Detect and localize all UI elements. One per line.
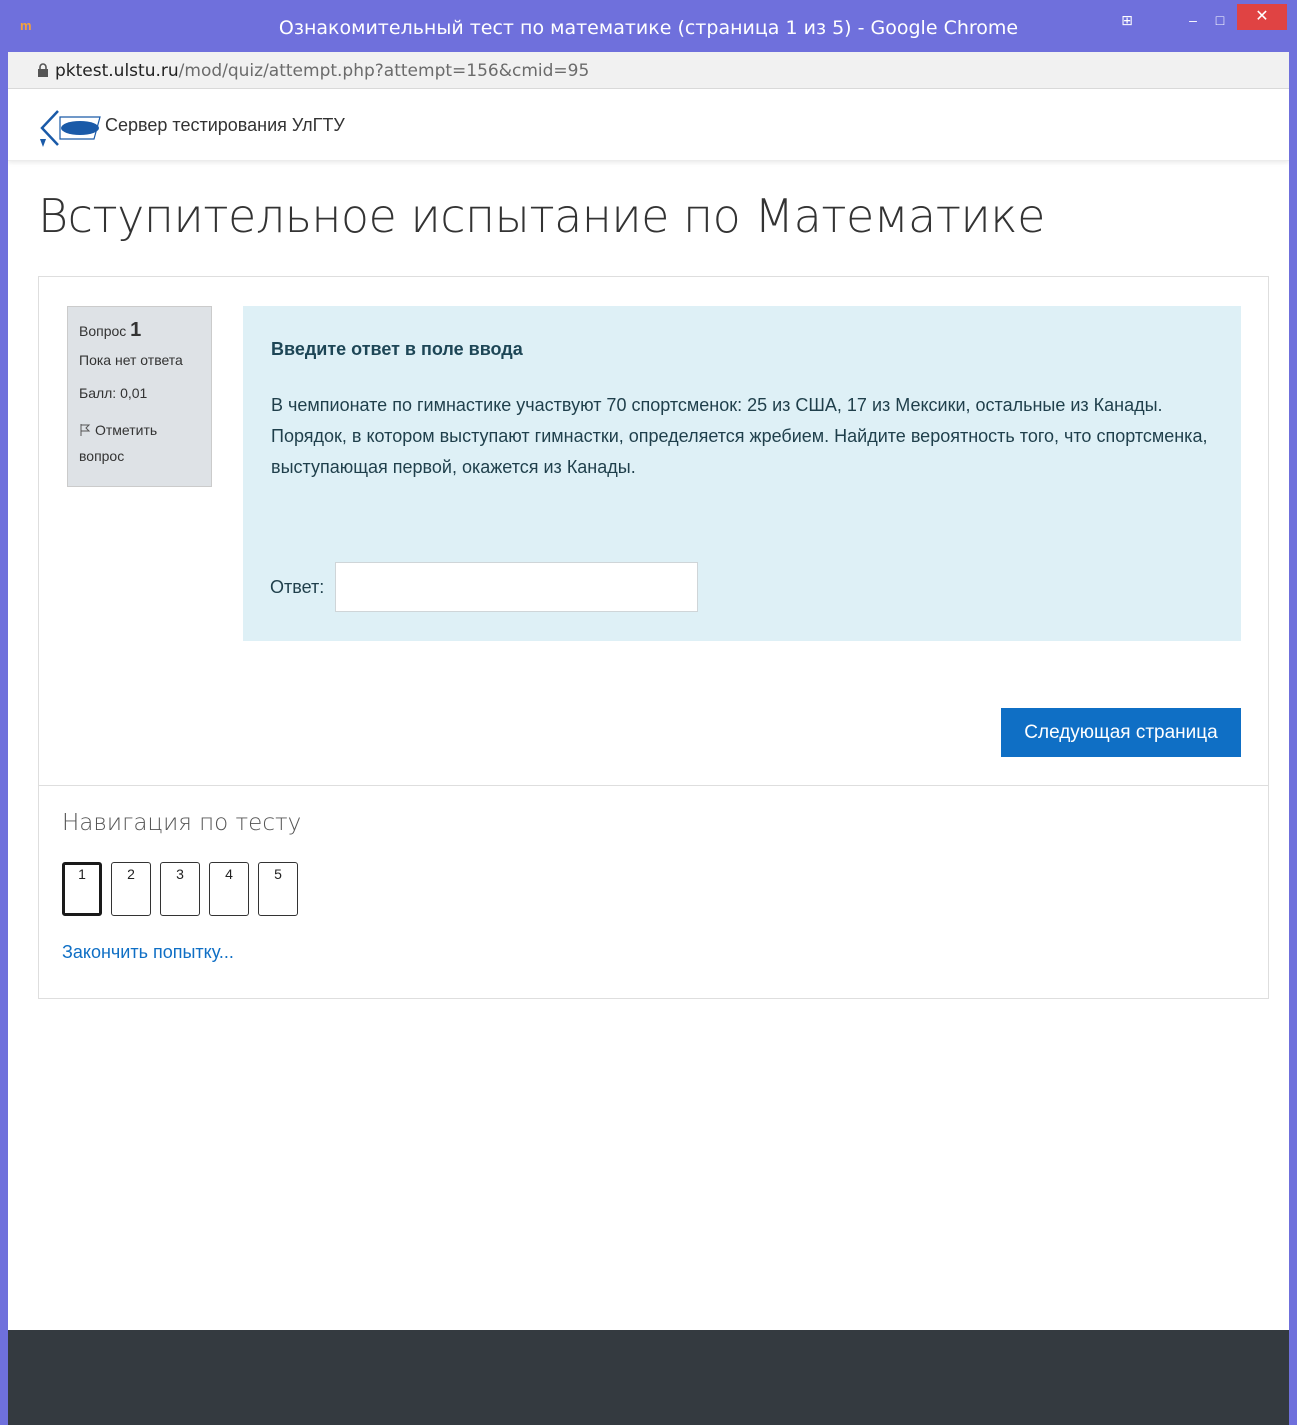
flag-question-link[interactable]: Отметить вопрос <box>79 417 200 469</box>
snap-icon[interactable]: ⊞ <box>1117 5 1137 35</box>
lock-icon <box>38 63 48 77</box>
question-info: Вопрос 1 Пока нет ответа Балл: 0,01 Отме… <box>67 306 212 487</box>
quiz-navigation-title: Навигация по тесту <box>62 810 302 836</box>
question-number-value: 1 <box>130 319 142 341</box>
url-text[interactable]: pktest.ulstu.ru/mod/quiz/attempt.php?att… <box>55 61 589 81</box>
nav-page-button-5[interactable]: 5 <box>258 862 298 916</box>
nav-page-button-4[interactable]: 4 <box>209 862 249 916</box>
nav-page-button-2[interactable]: 2 <box>111 862 151 916</box>
nav-page-button-1[interactable]: 1 <box>62 862 102 916</box>
url-path: /mod/quiz/attempt.php?attempt=156&cmid=9… <box>178 61 590 81</box>
url-domain: pktest.ulstu.ru <box>55 61 179 81</box>
browser-window: m Ознакомительный тест по математике (ст… <box>0 0 1297 1425</box>
page-viewport: Сервер тестирования УлГТУ Вступительное … <box>8 89 1289 1425</box>
page-footer <box>8 1330 1289 1425</box>
quiz-card: Вопрос 1 Пока нет ответа Балл: 0,01 Отме… <box>38 276 1269 999</box>
ulstu-logo[interactable] <box>38 109 104 147</box>
question-status: Пока нет ответа <box>79 352 183 368</box>
answer-label: Ответ: <box>270 577 325 597</box>
question-label: Вопрос <box>79 323 127 339</box>
question-text: В чемпионате по гимнастике участвуют 70 … <box>271 395 1208 477</box>
question-number: Вопрос 1 <box>79 319 200 342</box>
title-bar: m Ознакомительный тест по математике (ст… <box>0 0 1297 52</box>
answer-input[interactable] <box>335 562 698 612</box>
divider <box>39 785 1268 786</box>
site-name[interactable]: Сервер тестирования УлГТУ <box>105 115 345 136</box>
question-score: Балл: 0,01 <box>79 385 148 401</box>
next-page-button[interactable]: Следующая страница <box>1001 708 1241 757</box>
question-formulation: Введите ответ в поле ввода В чемпионате … <box>243 306 1241 641</box>
address-bar[interactable]: pktest.ulstu.ru/mod/quiz/attempt.php?att… <box>8 52 1289 89</box>
page-title: Вступительное испытание по Математике <box>38 189 1045 243</box>
question-prompt: Введите ответ в поле ввода <box>271 339 523 359</box>
site-navbar: Сервер тестирования УлГТУ <box>8 89 1289 161</box>
close-button[interactable]: ✕ <box>1237 4 1287 30</box>
flag-icon <box>80 424 91 436</box>
maximize-button[interactable]: □ <box>1205 5 1235 35</box>
finish-attempt-link[interactable]: Закончить попытку... <box>62 942 234 963</box>
nav-page-button-3[interactable]: 3 <box>160 862 200 916</box>
minimize-button[interactable]: – <box>1178 5 1208 35</box>
window-title: Ознакомительный тест по математике (стра… <box>278 17 1019 39</box>
